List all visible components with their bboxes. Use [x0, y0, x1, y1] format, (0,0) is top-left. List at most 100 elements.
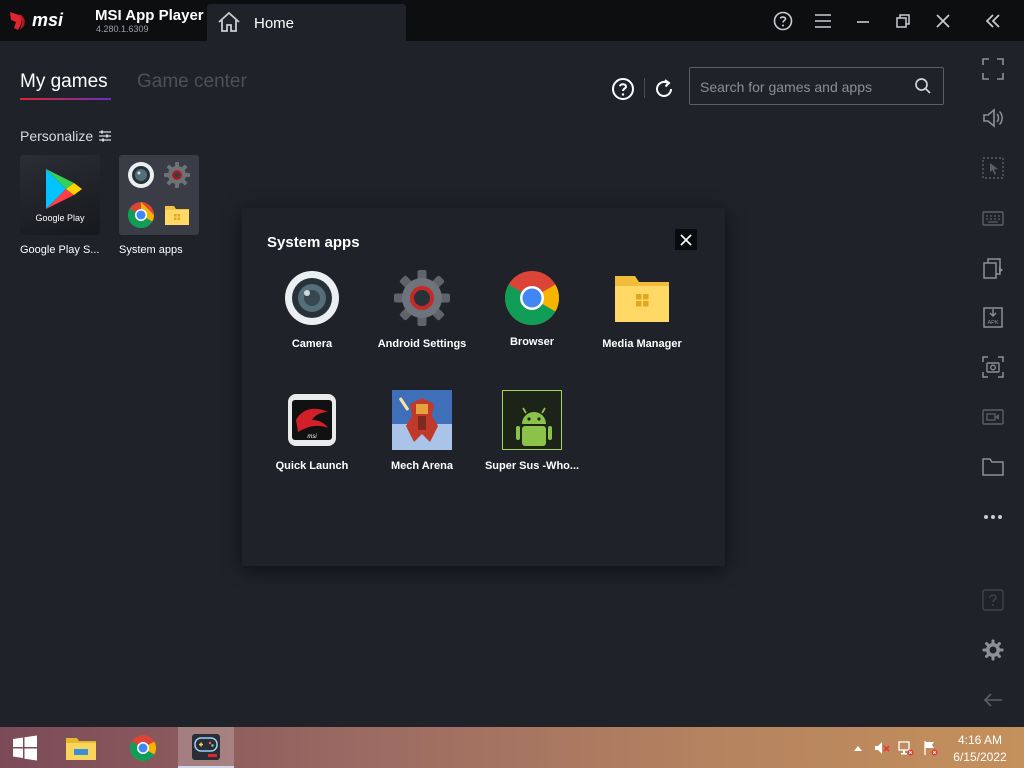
system-apps-popup: System apps Camera Android Settings Brow… — [242, 208, 725, 566]
home-tab-label: Home — [254, 15, 295, 32]
screenshot-button[interactable] — [981, 355, 1005, 379]
refresh-icon[interactable] — [652, 77, 676, 101]
msi-app-player-taskbar-button[interactable] — [178, 727, 234, 768]
popup-close-button[interactable] — [675, 229, 697, 250]
help-button[interactable] — [772, 10, 794, 32]
record-button[interactable] — [981, 405, 1005, 429]
app-label: Media Manager — [602, 338, 682, 350]
windows-start-icon — [13, 735, 37, 760]
popup-title: System apps — [267, 234, 360, 251]
gear-icon — [164, 162, 190, 188]
hamburger-icon — [815, 14, 831, 28]
windows-taskbar — [0, 727, 1024, 768]
chrome-icon — [129, 734, 157, 761]
tab-my-games[interactable]: My games — [20, 71, 108, 93]
volume-icon — [983, 108, 1003, 128]
clock-date[interactable]: 6/15/2022 — [945, 750, 1015, 764]
keyboard-button[interactable] — [981, 206, 1005, 230]
title-bar: msi MSI App Player 4.280.1.6309 Home — [0, 0, 1024, 41]
system-apps-tile[interactable] — [119, 155, 199, 235]
right-sidebar: APK — [962, 41, 1024, 727]
network-tray-button[interactable] — [898, 740, 914, 756]
msi-dragon-icon: msi — [282, 390, 342, 450]
settings-button[interactable] — [981, 638, 1005, 662]
back-arrow-icon — [983, 693, 1002, 707]
home-tab[interactable]: Home — [207, 4, 406, 41]
sidebar-help-button[interactable] — [981, 588, 1005, 612]
screenshot-icon — [982, 356, 1004, 378]
close-button[interactable] — [932, 10, 954, 32]
menu-button[interactable] — [812, 10, 834, 32]
restore-button[interactable] — [892, 10, 914, 32]
google-play-tile-text: Google Play — [35, 213, 85, 223]
help-icon — [982, 589, 1004, 611]
file-explorer-button[interactable] — [56, 727, 106, 768]
search-icon[interactable] — [914, 77, 932, 95]
apk-install-icon: APK — [983, 307, 1003, 328]
sliders-icon[interactable] — [98, 129, 112, 143]
camera-icon — [282, 268, 342, 328]
app-label: Browser — [509, 336, 555, 348]
app-camera[interactable]: Camera — [257, 268, 367, 350]
search-input[interactable] — [700, 77, 900, 97]
folder-icon — [165, 206, 189, 225]
action-center-tray-button[interactable] — [922, 740, 938, 756]
google-play-tile[interactable]: Google Play — [20, 155, 100, 235]
keyboard-icon — [982, 211, 1004, 226]
help-icon[interactable] — [611, 77, 635, 101]
minimize-button[interactable] — [852, 10, 874, 32]
search-box — [689, 67, 944, 105]
cursor-icon — [982, 157, 1004, 179]
show-hidden-icons-button[interactable] — [850, 740, 866, 756]
app-version: 4.280.1.6309 — [96, 24, 149, 34]
personalize-label[interactable]: Personalize — [20, 128, 93, 144]
double-chevron-left-icon — [985, 14, 1000, 28]
apk-label: APK — [987, 320, 998, 326]
app-label: Quick Launch — [275, 460, 349, 472]
active-tab-indicator — [20, 98, 111, 100]
app-media-manager[interactable]: Media Manager — [587, 268, 697, 350]
folder-button[interactable] — [981, 455, 1005, 479]
app-mech-arena[interactable]: Mech Arena — [367, 390, 477, 472]
system-apps-label: System apps — [119, 244, 183, 256]
volume-button[interactable] — [981, 106, 1005, 130]
flag-alert-icon — [924, 741, 938, 756]
chevron-up-icon — [854, 746, 862, 751]
network-icon — [898, 741, 914, 756]
close-icon — [936, 14, 950, 28]
chrome-icon — [127, 202, 155, 229]
app-label: Android Settings — [377, 338, 467, 350]
multi-instance-button[interactable] — [981, 256, 1005, 280]
volume-tray-button[interactable] — [874, 740, 890, 756]
cursor-button[interactable] — [981, 156, 1005, 180]
camera-icon — [128, 162, 154, 188]
record-icon — [982, 409, 1004, 425]
restore-icon — [896, 14, 910, 28]
more-button[interactable] — [981, 505, 1005, 529]
more-icon — [984, 515, 1002, 519]
folder-icon — [612, 268, 672, 328]
app-label: Super Sus -Who... — [484, 460, 580, 472]
msi-logo-icon: msi — [10, 10, 64, 30]
file-explorer-icon — [66, 737, 96, 760]
home-icon — [218, 11, 240, 32]
help-circle-icon — [773, 11, 793, 31]
collapse-sidebar-button[interactable] — [982, 10, 1004, 32]
app-android-settings[interactable]: Android Settings — [367, 268, 477, 350]
clock-time[interactable]: 4:16 AM — [945, 733, 1015, 747]
apk-install-button[interactable]: APK — [981, 305, 1005, 329]
quick-launch-icon-text: msi — [307, 434, 317, 440]
app-label: Camera — [291, 338, 333, 350]
logo-text: msi — [32, 10, 64, 30]
chrome-icon — [502, 268, 562, 328]
start-button[interactable] — [0, 727, 50, 768]
app-browser[interactable]: Browser — [477, 268, 587, 348]
gear-icon — [392, 268, 452, 328]
app-super-sus[interactable]: Super Sus -Who... — [477, 390, 587, 472]
back-button[interactable] — [981, 688, 1005, 712]
mech-arena-icon — [392, 390, 452, 450]
tab-game-center[interactable]: Game center — [137, 71, 247, 93]
chrome-taskbar-button[interactable] — [118, 727, 168, 768]
app-quick-launch[interactable]: msi Quick Launch — [257, 390, 367, 472]
fullscreen-button[interactable] — [981, 57, 1005, 81]
